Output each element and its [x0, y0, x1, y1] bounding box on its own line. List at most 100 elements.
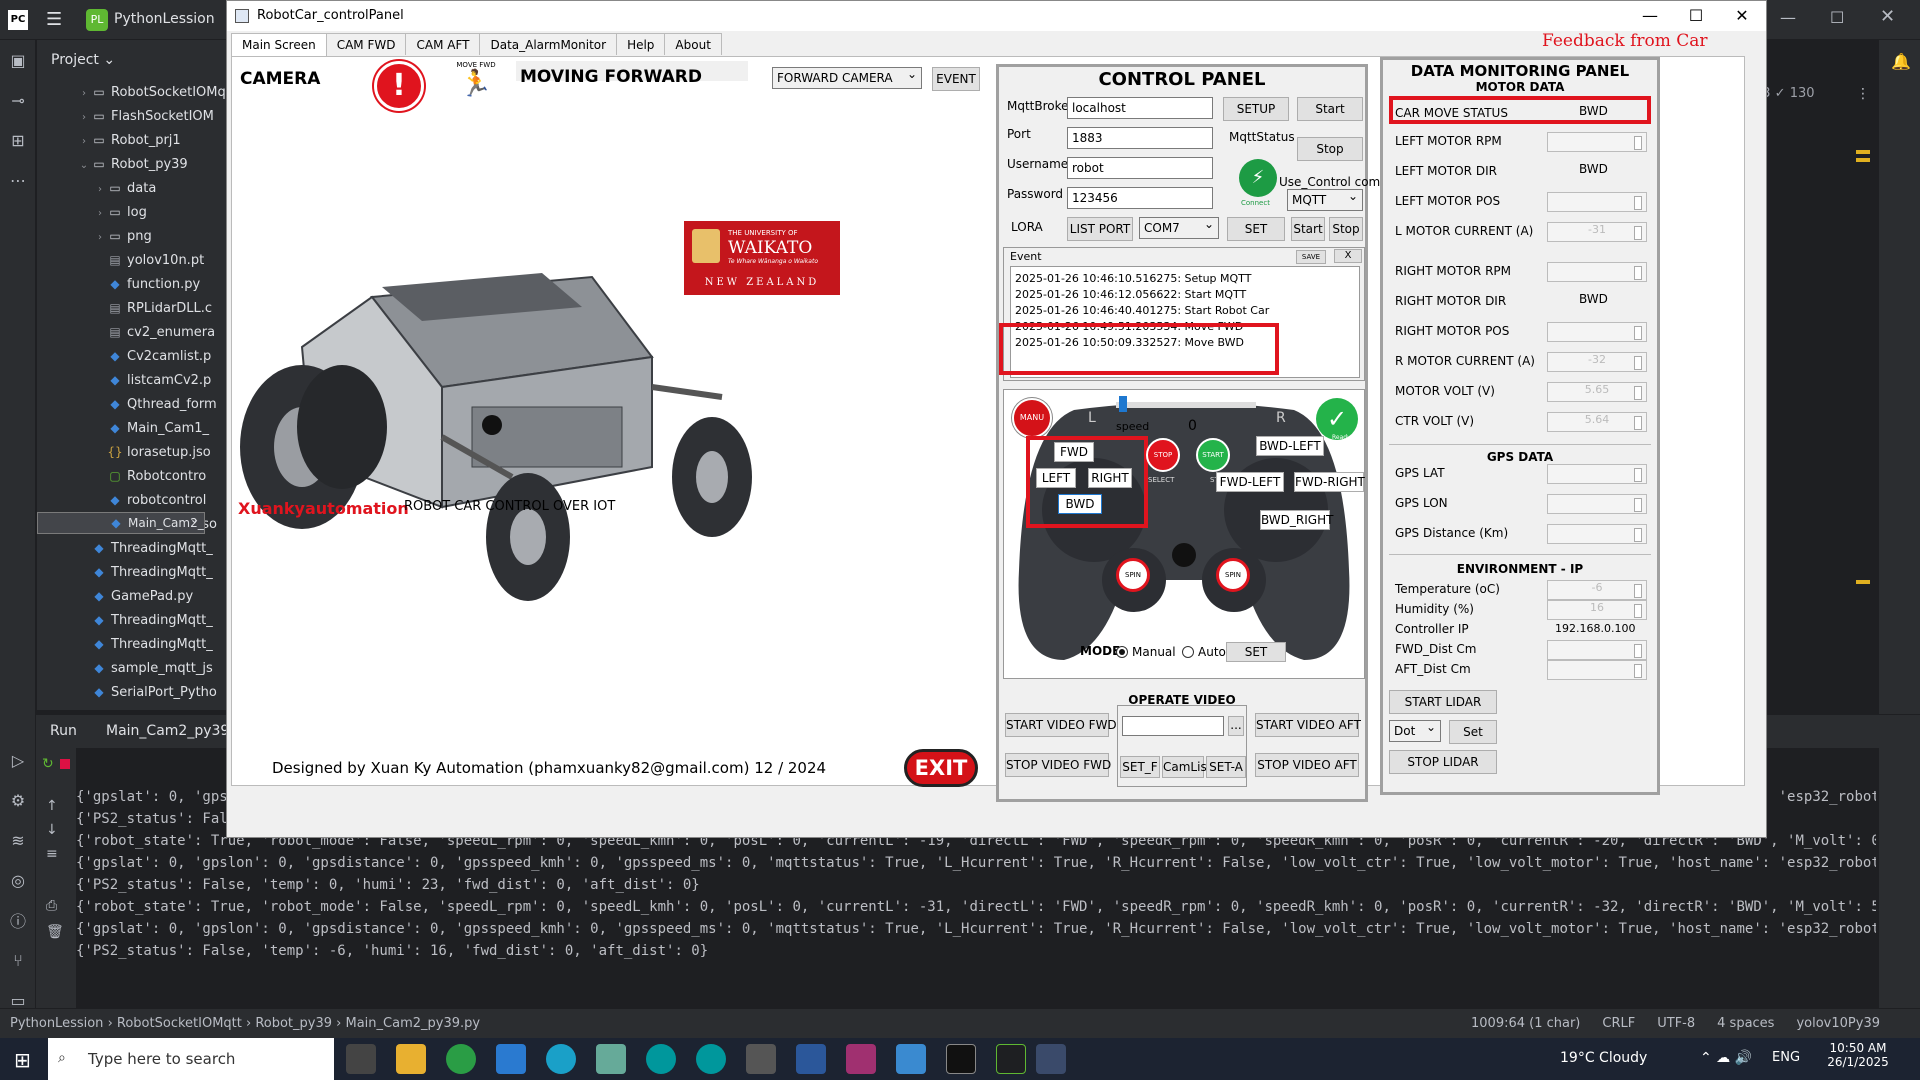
- stop-lidar-button[interactable]: STOP LIDAR: [1389, 750, 1497, 774]
- tree-item[interactable]: ◆ sample_mqtt_js: [37, 656, 227, 680]
- tree-item[interactable]: ◆ function.py: [37, 272, 227, 296]
- arduino-icon[interactable]: [646, 1044, 676, 1074]
- up-icon[interactable]: ↑: [46, 798, 58, 814]
- status-item[interactable]: 1009:64 (1 char): [1471, 1016, 1580, 1031]
- edge-icon[interactable]: [546, 1044, 576, 1074]
- status-item[interactable]: CRLF: [1602, 1016, 1635, 1031]
- tab-help[interactable]: Help: [616, 33, 666, 55]
- vscode-icon[interactable]: [496, 1044, 526, 1074]
- start-video-aft-button[interactable]: START VIDEO AFT: [1255, 713, 1361, 737]
- speed-slider[interactable]: [1116, 396, 1256, 412]
- word-icon[interactable]: [796, 1044, 826, 1074]
- tray-icons[interactable]: ⌃ ☁ 🔊: [1700, 1050, 1752, 1066]
- breadcrumb-item[interactable]: RobotSocketIOMqtt: [117, 1016, 242, 1031]
- run-tab[interactable]: Main_Cam2_py39: [106, 723, 229, 739]
- tree-item[interactable]: › ▭ FlashSocketIOM: [37, 104, 227, 128]
- tree-item[interactable]: ◆ Main_Cam1_: [37, 416, 227, 440]
- alarm-icon[interactable]: !: [374, 61, 424, 111]
- run-icon[interactable]: ▷: [0, 740, 36, 780]
- tree-item[interactable]: ▤ RPLidarDLL.c: [37, 296, 227, 320]
- port-input[interactable]: 1883: [1067, 127, 1213, 149]
- tree-item[interactable]: ◆ listcamCv2.p: [37, 368, 227, 392]
- breadcrumb-item[interactable]: PythonLession: [10, 1016, 103, 1031]
- breadcrumb-item[interactable]: Main_Cam2_py39.py: [346, 1016, 481, 1031]
- tree-item[interactable]: › ▭ RobotSocketIOMqtt: [37, 80, 227, 104]
- tree-item[interactable]: › ▭ log: [37, 200, 227, 224]
- lora-set-button[interactable]: SET: [1227, 217, 1285, 241]
- bwd-left-button[interactable]: BWD-LEFT: [1256, 436, 1324, 456]
- tree-item[interactable]: ◆ ThreadingMqtt_: [37, 632, 227, 656]
- list-port-button[interactable]: LIST PORT: [1067, 217, 1133, 241]
- username-input[interactable]: robot: [1067, 157, 1213, 179]
- tree-item[interactable]: › ▭ data: [37, 176, 227, 200]
- tree-item[interactable]: ▤ cv2_enumera: [37, 320, 227, 344]
- clear-button[interactable]: X: [1334, 249, 1362, 263]
- notifications-icon[interactable]: 🔔: [1891, 52, 1911, 71]
- stop-button[interactable]: STOP: [1146, 438, 1180, 472]
- status-item[interactable]: yolov10Py39: [1796, 1016, 1880, 1031]
- trash-icon[interactable]: 🗑: [46, 924, 64, 940]
- com-port-select[interactable]: COM7: [1139, 214, 1219, 239]
- commit-icon[interactable]: ⊸: [0, 80, 36, 120]
- chevron-icon[interactable]: ›: [77, 106, 91, 128]
- start-button[interactable]: START: [1196, 438, 1230, 472]
- tree-item[interactable]: › ▭ png: [37, 224, 227, 248]
- spin-right-button[interactable]: SPIN: [1216, 558, 1250, 592]
- folder-icon[interactable]: ▣: [0, 40, 36, 80]
- connect-icon[interactable]: ⚡: [1239, 159, 1277, 197]
- chrome-icon[interactable]: [446, 1044, 476, 1074]
- tree-item[interactable]: ◆ ThreadingMqtt_: [37, 608, 227, 632]
- camera-select[interactable]: FORWARD CAMERA: [772, 64, 922, 89]
- status-item[interactable]: 4 spaces: [1717, 1016, 1774, 1031]
- clock[interactable]: 10:50 AM 26/1/2025: [1822, 1041, 1894, 1069]
- manual-radio[interactable]: [1116, 646, 1128, 658]
- taskbar-search[interactable]: Type here to search: [48, 1038, 334, 1080]
- save-button[interactable]: SAVE: [1296, 250, 1326, 264]
- manual-mode-icon[interactable]: MANU: [1012, 398, 1052, 438]
- chevron-icon[interactable]: ⌄: [77, 154, 91, 176]
- exit-button[interactable]: EXIT: [904, 749, 978, 787]
- password-input[interactable]: 123456: [1067, 187, 1213, 209]
- run-label[interactable]: Run: [50, 723, 77, 739]
- terminal-app-icon[interactable]: [946, 1044, 976, 1074]
- problems-icon[interactable]: ⓘ: [0, 900, 36, 940]
- lidar-set-button[interactable]: Set: [1449, 720, 1497, 744]
- chevron-icon[interactable]: ›: [77, 130, 91, 152]
- git-icon[interactable]: ⑂: [0, 940, 36, 980]
- structure-icon[interactable]: ⊞: [0, 120, 36, 160]
- tab-about[interactable]: About: [664, 33, 722, 55]
- layers-icon[interactable]: ≋: [0, 820, 36, 860]
- tree-item[interactable]: ◆ GamePad.py: [37, 584, 227, 608]
- start-video-fwd-button[interactable]: START VIDEO FWD: [1005, 713, 1117, 737]
- chevron-icon[interactable]: ›: [93, 178, 107, 200]
- fwd-left-button[interactable]: FWD-LEFT: [1216, 472, 1284, 492]
- qt-app-icon[interactable]: [1036, 1044, 1066, 1074]
- set-a-button[interactable]: SET-A: [1206, 756, 1246, 778]
- language[interactable]: ENG: [1772, 1050, 1800, 1065]
- broker-input[interactable]: localhost: [1067, 97, 1213, 119]
- tab-cam-fwd[interactable]: CAM FWD: [325, 33, 407, 55]
- calculator-icon[interactable]: [746, 1044, 776, 1074]
- lora-start-button[interactable]: Start: [1291, 217, 1325, 241]
- arduino-icon[interactable]: [696, 1044, 726, 1074]
- tree-item[interactable]: ◆ Cv2camlist.p: [37, 344, 227, 368]
- browse-button[interactable]: ...: [1228, 716, 1244, 736]
- close-icon[interactable]: ✕: [1880, 6, 1895, 27]
- tree-item[interactable]: ◆ Qthread_form: [37, 392, 227, 416]
- mode-set-button[interactable]: SET: [1226, 642, 1286, 662]
- print-icon[interactable]: ⎙: [46, 898, 57, 914]
- app-icon[interactable]: [846, 1044, 876, 1074]
- com-select[interactable]: MQTT: [1287, 186, 1363, 211]
- chevron-icon[interactable]: ›: [77, 82, 91, 104]
- tree-item[interactable]: ◆ Main_Cam2_: [37, 512, 205, 534]
- camlist-button[interactable]: CamList: [1162, 756, 1211, 778]
- spin-left-button[interactable]: SPIN: [1116, 558, 1150, 592]
- tree-item[interactable]: ◆ robotcontrol: [37, 488, 227, 512]
- python-console-icon[interactable]: ⚙: [0, 780, 36, 820]
- maximize-icon[interactable]: ☐: [1673, 1, 1719, 31]
- tab-data-alarmmonitor[interactable]: Data_AlarmMonitor: [479, 33, 618, 55]
- wrap-icon[interactable]: ≡: [46, 846, 58, 862]
- main-menu-icon[interactable]: ☰: [46, 9, 62, 30]
- tree-item[interactable]: ⌄ ▭ Robot_py39: [37, 152, 227, 176]
- mqtt-stop-button[interactable]: Stop: [1297, 137, 1363, 161]
